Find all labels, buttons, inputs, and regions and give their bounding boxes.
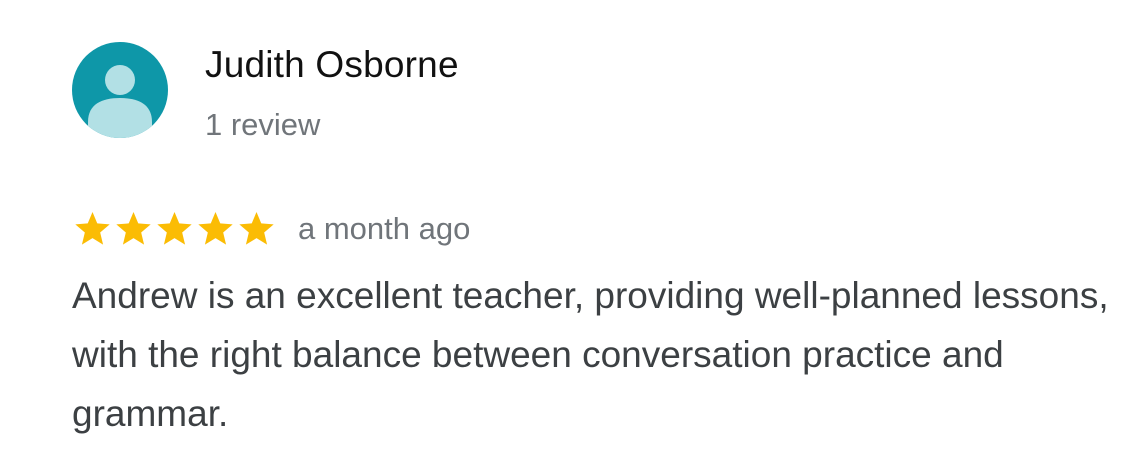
review-count: 1 review: [205, 107, 321, 142]
review-time: a month ago: [298, 211, 471, 246]
star-icon: [116, 212, 151, 245]
star-icon: [75, 212, 110, 245]
review-card: Judith Osborne 1 review a month ago Andr…: [0, 0, 1136, 467]
avatar[interactable]: [72, 42, 168, 138]
rating-row: a month ago: [72, 207, 470, 251]
review-text: Andrew is an excellent teacher, providin…: [72, 275, 1109, 434]
star-icon: [239, 212, 274, 245]
person-avatar-icon: [88, 65, 152, 138]
star-rating: [72, 209, 277, 249]
star-icon: [198, 212, 233, 245]
star-icon: [157, 212, 192, 245]
reviewer-name[interactable]: Judith Osborne: [205, 44, 459, 86]
